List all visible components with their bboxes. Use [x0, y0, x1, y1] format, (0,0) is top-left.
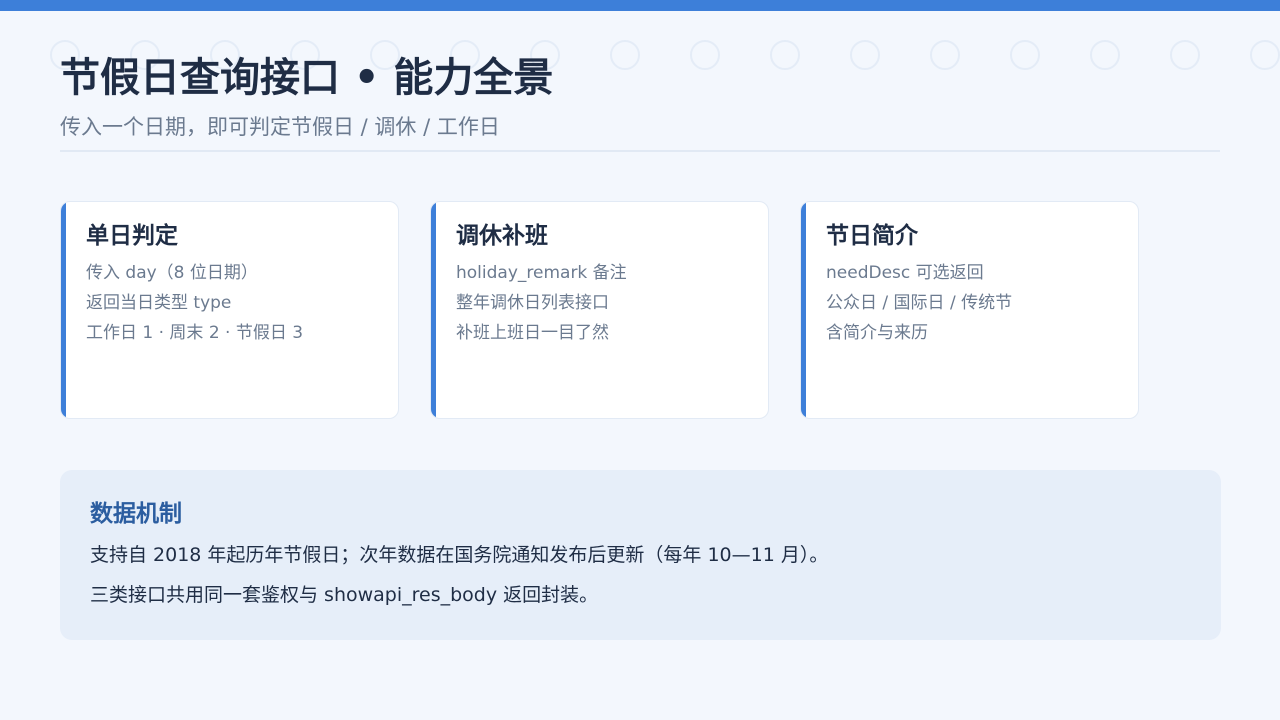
card-accent-bar	[801, 202, 806, 418]
card-lines: holiday_remark 备注 整年调休日列表接口 补班上班日一目了然	[456, 258, 756, 348]
data-mechanism-panel: 数据机制 支持自 2018 年起历年节假日；次年数据在国务院通知发布后更新（每年…	[60, 470, 1221, 640]
card-accent-bar	[431, 202, 436, 418]
card-line: holiday_remark 备注	[456, 263, 627, 283]
card-adjusted-workday: 调休补班 holiday_remark 备注 整年调休日列表接口 补班上班日一目…	[430, 201, 769, 419]
card-holiday-intro: 节日简介 needDesc 可选返回 公众日 / 国际日 / 传统节 含简介与来…	[800, 201, 1139, 419]
header-divider	[60, 150, 1220, 152]
card-line: 返回当日类型 type	[86, 293, 232, 313]
data-mechanism-title: 数据机制	[90, 501, 182, 527]
card-lines: needDesc 可选返回 公众日 / 国际日 / 传统节 含简介与来历	[826, 258, 1126, 348]
card-title: 节日简介	[826, 223, 918, 249]
card-accent-bar	[61, 202, 66, 418]
card-line: 传入 day（8 位日期）	[86, 263, 258, 283]
page-title: 节假日查询接口 • 能力全景	[60, 55, 554, 101]
header: 节假日查询接口 • 能力全景 传入一个日期，即可判定节假日 / 调休 / 工作日	[60, 52, 1220, 142]
card-line: needDesc 可选返回	[826, 263, 984, 283]
data-mechanism-line: 三类接口共用同一套鉴权与 showapi_res_body 返回封装。	[90, 584, 599, 606]
slide-page: 节假日查询接口 • 能力全景 传入一个日期，即可判定节假日 / 调休 / 工作日…	[0, 0, 1280, 720]
card-line: 补班上班日一目了然	[456, 323, 609, 343]
card-line: 含简介与来历	[826, 323, 928, 343]
card-line: 工作日 1 · 周末 2 · 节假日 3	[86, 323, 304, 343]
card-title: 单日判定	[86, 223, 178, 249]
card-lines: 传入 day（8 位日期） 返回当日类型 type 工作日 1 · 周末 2 ·…	[86, 258, 386, 348]
card-line: 整年调休日列表接口	[456, 293, 609, 313]
card-single-day: 单日判定 传入 day（8 位日期） 返回当日类型 type 工作日 1 · 周…	[60, 201, 399, 419]
data-mechanism-line: 支持自 2018 年起历年节假日；次年数据在国务院通知发布后更新（每年 10—1…	[90, 544, 829, 566]
card-title: 调休补班	[456, 223, 548, 249]
card-line: 公众日 / 国际日 / 传统节	[826, 293, 1013, 313]
page-subtitle: 传入一个日期，即可判定节假日 / 调休 / 工作日	[60, 115, 500, 139]
